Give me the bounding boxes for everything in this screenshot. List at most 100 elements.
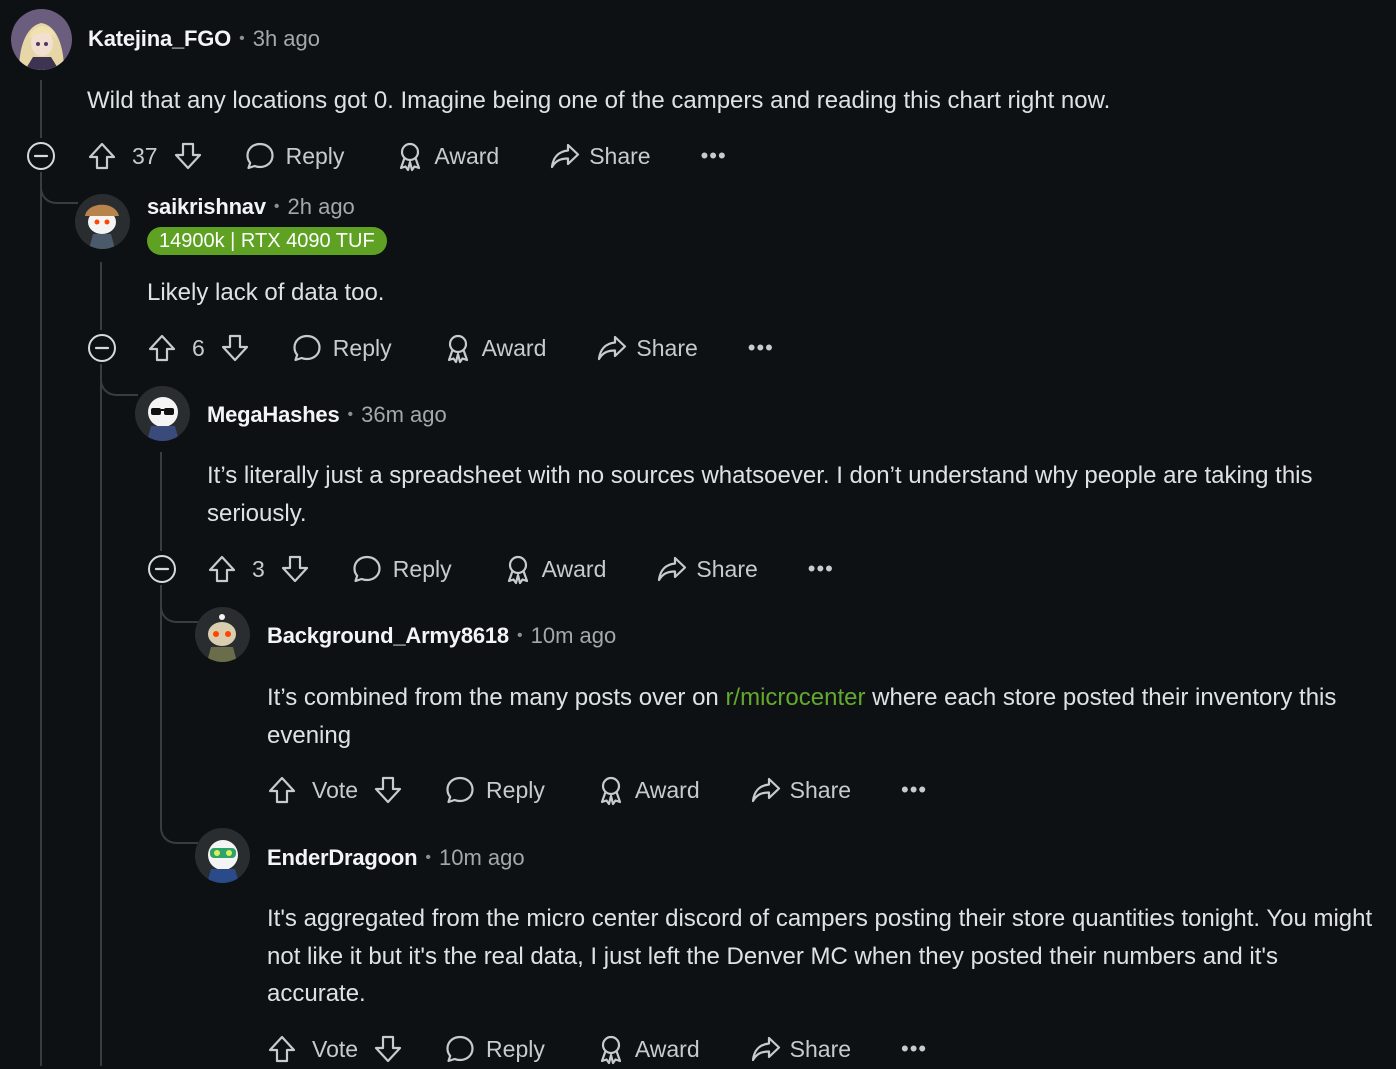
comment-body: It’s combined from the many posts over o… [267, 679, 1347, 754]
reply-button[interactable]: Reply [351, 553, 452, 585]
award-label: Award [541, 555, 607, 582]
author-name[interactable]: EnderDragoon [267, 845, 418, 871]
timestamp[interactable]: 10m ago [439, 845, 525, 871]
thread-line-level-1[interactable] [100, 364, 102, 1066]
thread-line-level-1[interactable] [100, 262, 102, 330]
more-options-button[interactable]: ••• [748, 335, 774, 361]
share-button[interactable]: Share [549, 140, 651, 172]
upvote-button[interactable] [86, 140, 118, 172]
body-text-prefix: It’s combined from the many posts over o… [267, 684, 726, 711]
downvote-icon [279, 553, 311, 585]
thread-line-level-0[interactable] [40, 172, 42, 1066]
collapse-thread-button[interactable] [87, 333, 117, 363]
comment-actions: 37 Reply Award Share ••• [86, 136, 727, 176]
reply-button[interactable]: Reply [444, 774, 545, 806]
comment-body: Likely lack of data too. [147, 279, 385, 306]
avatar[interactable] [195, 607, 250, 662]
award-button[interactable]: Award [502, 553, 607, 585]
downvote-button[interactable] [372, 1033, 404, 1065]
avatar[interactable] [195, 828, 250, 883]
share-label: Share [636, 334, 698, 361]
more-options-button[interactable]: ••• [901, 1036, 927, 1062]
separator-dot: • [516, 627, 523, 644]
share-label: Share [589, 142, 651, 169]
comment-body: It's aggregated from the micro center di… [267, 905, 1373, 1007]
thread-curve [40, 172, 78, 204]
separator-dot: • [347, 406, 354, 423]
thread-curve [160, 800, 198, 844]
vote-label: Vote [312, 1035, 359, 1062]
avatar[interactable] [135, 386, 190, 441]
award-icon [394, 140, 426, 172]
comment-actions: 3 Reply Award Share ••• [206, 549, 834, 589]
thread-line-level-2[interactable] [160, 452, 162, 551]
more-options-button[interactable]: ••• [701, 143, 727, 169]
upvote-icon [86, 140, 118, 172]
downvote-button[interactable] [372, 774, 404, 806]
avatar[interactable] [75, 194, 130, 249]
upvote-icon [266, 1033, 298, 1065]
comment-meta: EnderDragoon • 10m ago [267, 845, 525, 871]
more-options-button[interactable]: ••• [808, 556, 834, 582]
award-button[interactable]: Award [394, 140, 499, 172]
timestamp[interactable]: 3h ago [253, 26, 320, 52]
downvote-button[interactable] [172, 140, 204, 172]
award-label: Award [634, 776, 700, 803]
award-button[interactable]: Award [595, 774, 700, 806]
share-label: Share [789, 1035, 852, 1062]
comment-meta: Katejina_FGO • 3h ago [88, 26, 320, 52]
comment-actions: 6 Reply Award Share ••• [146, 328, 774, 368]
award-button[interactable]: Award [595, 1033, 700, 1065]
vote-count: 37 [132, 142, 158, 169]
downvote-button[interactable] [279, 553, 311, 585]
reply-button[interactable]: Reply [444, 1033, 545, 1065]
upvote-button[interactable] [266, 774, 298, 806]
upvote-button[interactable] [206, 553, 238, 585]
reply-label: Reply [332, 334, 392, 361]
share-button[interactable]: Share [750, 774, 851, 806]
reply-label: Reply [486, 1035, 545, 1062]
author-name[interactable]: Background_Army8618 [267, 623, 509, 649]
share-icon [750, 774, 782, 806]
thread-curve [100, 364, 138, 396]
reply-button[interactable]: Reply [244, 140, 344, 172]
reply-button[interactable]: Reply [291, 332, 392, 364]
award-button[interactable]: Award [442, 332, 547, 364]
comment-body: It’s literally just a spreadsheet with n… [207, 462, 1313, 527]
author-name[interactable]: MegaHashes [207, 402, 340, 428]
share-button[interactable]: Share [656, 553, 758, 585]
thread-curve [160, 585, 198, 623]
upvote-button[interactable] [146, 332, 178, 364]
thread-line-level-2[interactable] [160, 585, 162, 825]
avatar[interactable] [11, 9, 72, 70]
reply-icon [444, 1033, 476, 1065]
share-label: Share [789, 776, 852, 803]
vote-count: 6 [192, 334, 205, 361]
collapse-thread-button[interactable] [26, 141, 56, 171]
comment-meta: Background_Army8618 • 10m ago [267, 623, 616, 649]
downvote-icon [372, 774, 404, 806]
downvote-icon [219, 332, 251, 364]
vote-count: 3 [252, 555, 265, 582]
separator-dot: • [273, 198, 280, 215]
collapse-thread-button[interactable] [147, 554, 177, 584]
share-label: Share [696, 555, 758, 582]
thread-line-level-0[interactable] [40, 80, 42, 138]
timestamp[interactable]: 10m ago [531, 623, 617, 649]
snoo-default-avatar-icon [195, 607, 250, 662]
upvote-icon [146, 332, 178, 364]
subreddit-link[interactable]: r/microcenter [725, 684, 865, 711]
more-options-button[interactable]: ••• [901, 777, 927, 803]
snoo-goggles-avatar-icon [195, 828, 250, 883]
downvote-icon [372, 1033, 404, 1065]
timestamp[interactable]: 2h ago [288, 194, 355, 220]
timestamp[interactable]: 36m ago [361, 402, 447, 428]
share-button[interactable]: Share [596, 332, 698, 364]
author-name[interactable]: Katejina_FGO [88, 26, 231, 52]
award-label: Award [481, 334, 547, 361]
comment-meta: saikrishnav • 2h ago [147, 194, 355, 220]
share-button[interactable]: Share [750, 1033, 851, 1065]
downvote-button[interactable] [219, 332, 251, 364]
author-name[interactable]: saikrishnav [147, 194, 266, 220]
upvote-button[interactable] [266, 1033, 298, 1065]
